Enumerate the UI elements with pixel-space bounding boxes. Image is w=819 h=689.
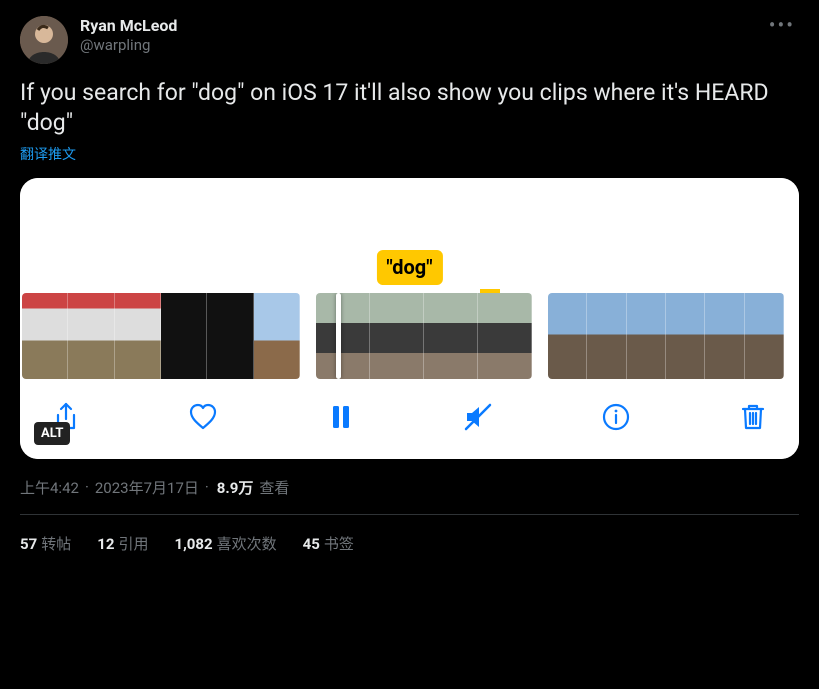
- views-count[interactable]: 8.9万: [217, 477, 254, 498]
- tweet-meta: 上午4:42 · 2023年7月17日 · 8.9万 查看: [20, 459, 799, 515]
- tweet-text: If you search for "dog" on iOS 17 it'll …: [20, 78, 799, 138]
- clip-thumbnail-group-1[interactable]: [22, 293, 300, 379]
- tweet-stats: 57转帖 12引用 1,082喜欢次数 45书签: [20, 515, 799, 554]
- playhead[interactable]: [336, 293, 341, 379]
- quotes-stat[interactable]: 12引用: [97, 533, 148, 554]
- pause-icon[interactable]: [323, 399, 359, 435]
- search-match-tooltip: "dog": [376, 250, 442, 285]
- likes-stat[interactable]: 1,082喜欢次数: [174, 533, 276, 554]
- media-top-area: "dog": [20, 178, 799, 293]
- clip-thumbnail-group-3[interactable]: [548, 293, 784, 379]
- trash-icon[interactable]: [735, 399, 771, 435]
- clip-thumbnail-group-2[interactable]: [316, 293, 532, 379]
- retweets-stat[interactable]: 57转帖: [20, 533, 71, 554]
- video-timeline[interactable]: [20, 293, 799, 379]
- translate-link[interactable]: 翻译推文: [20, 144, 76, 164]
- bookmarks-stat[interactable]: 45书签: [303, 533, 354, 554]
- info-icon[interactable]: [598, 399, 634, 435]
- tweet-date[interactable]: 2023年7月17日: [95, 477, 199, 498]
- more-icon[interactable]: •••: [765, 16, 799, 34]
- tweet-container: Ryan McLeod @warpling ••• If you search …: [0, 0, 819, 554]
- display-name[interactable]: Ryan McLeod: [80, 16, 177, 35]
- tweet-header: Ryan McLeod @warpling •••: [20, 16, 799, 64]
- alt-badge[interactable]: ALT: [34, 422, 70, 445]
- mute-icon[interactable]: [460, 399, 496, 435]
- media-attachment[interactable]: "dog": [20, 178, 799, 459]
- user-info: Ryan McLeod @warpling: [80, 16, 177, 54]
- tweet-time[interactable]: 上午4:42: [20, 477, 79, 498]
- views-label: 查看: [259, 477, 289, 498]
- avatar[interactable]: [20, 16, 68, 64]
- user-handle[interactable]: @warpling: [80, 36, 177, 54]
- media-toolbar: [20, 379, 799, 459]
- heart-icon[interactable]: [185, 399, 221, 435]
